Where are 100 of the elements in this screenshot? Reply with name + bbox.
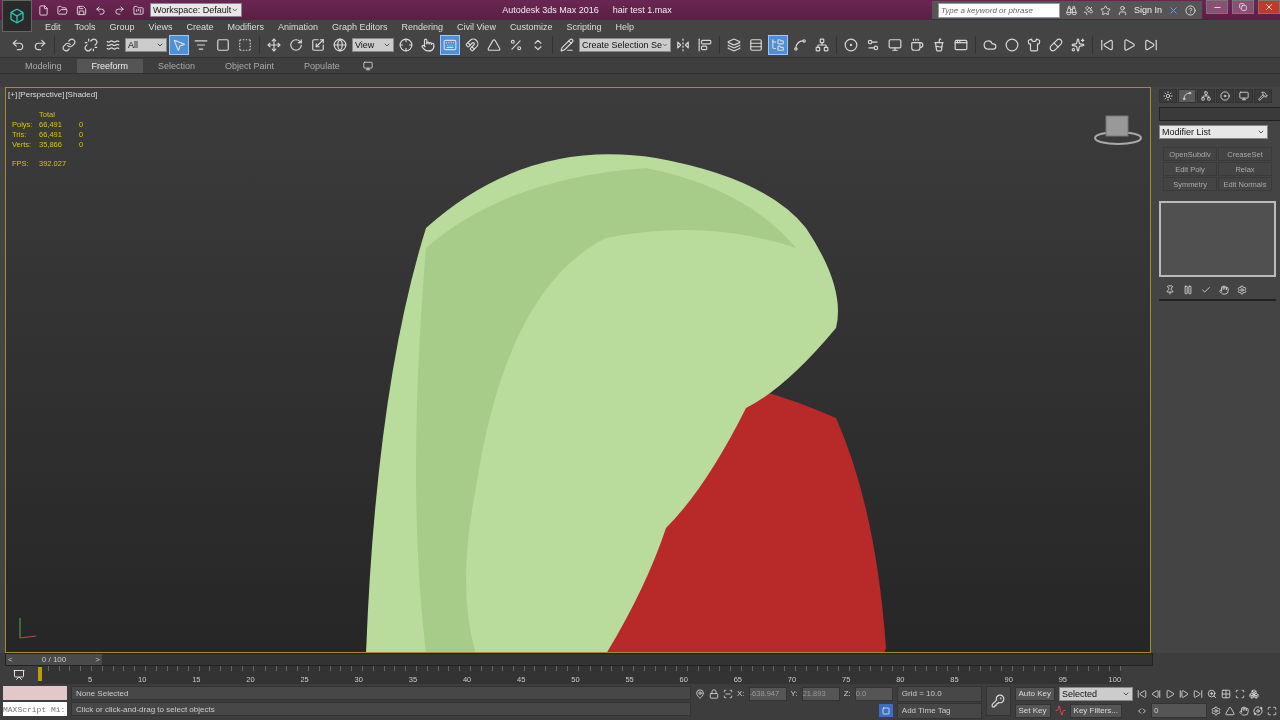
pin-icon[interactable] (1165, 285, 1175, 295)
key-filters-button[interactable]: Key Filters... (1069, 703, 1122, 718)
modifier-stack[interactable] (1159, 201, 1276, 277)
pin-icon[interactable] (695, 688, 705, 699)
sun-icon[interactable] (1159, 89, 1177, 103)
field-of-view-icon[interactable] (1225, 705, 1235, 716)
star-icon[interactable] (1099, 4, 1111, 16)
viewport-label[interactable]: [Perspective] (18, 90, 65, 99)
next-frame-icon[interactable] (1179, 688, 1189, 699)
restore-button[interactable] (1232, 0, 1254, 14)
zoom-icon[interactable] (1207, 688, 1217, 699)
play-icon[interactable] (1165, 688, 1175, 699)
menu-item[interactable]: Rendering (394, 21, 451, 32)
menu-item[interactable]: Civil View (450, 21, 503, 32)
track-bar-icon[interactable] (13, 669, 25, 681)
exchange-icon[interactable] (1168, 4, 1179, 16)
ribbon-tab[interactable]: Object Paint (210, 59, 290, 73)
z-label: Z: (843, 689, 851, 698)
maximize-viewport-icon[interactable] (1267, 705, 1277, 716)
menu-item[interactable]: Modifiers (220, 21, 271, 32)
caret-icon (231, 6, 239, 14)
boxes-icon[interactable] (1249, 688, 1259, 699)
workspace-dropdown[interactable]: Workspace: Default (150, 3, 242, 17)
unlink-icon[interactable] (81, 35, 101, 55)
zoom-extents-icon[interactable] (1235, 688, 1245, 699)
app-title: Autodesk 3ds Max 2016 (502, 5, 599, 15)
redo-icon[interactable] (112, 4, 127, 16)
menu-item[interactable]: Graph Editors (324, 21, 395, 32)
menu-item[interactable]: Animation (270, 21, 325, 32)
current-frame-field[interactable]: 0 (1151, 703, 1207, 718)
viewport-label[interactable]: [+] (8, 90, 18, 99)
modifier-list-dropdown[interactable]: Modifier List (1159, 125, 1268, 139)
key-mode-dropdown[interactable]: Selected (1059, 686, 1133, 701)
pause-icon[interactable] (1183, 285, 1193, 295)
link-icon[interactable] (59, 35, 79, 55)
time-marker[interactable] (38, 667, 42, 681)
ribbon-tab[interactable]: Freeform (76, 59, 144, 73)
set-key-button[interactable]: Set Key (1014, 703, 1051, 718)
settings-icon[interactable] (1237, 285, 1247, 295)
open-folder-icon[interactable] (55, 4, 70, 16)
help-icon[interactable] (1185, 4, 1196, 16)
time-slider-thumb[interactable]: < 0 / 100 > (6, 653, 102, 665)
x-label: X: (737, 689, 745, 698)
selection-status: None Selected (71, 686, 691, 700)
curve-icon[interactable] (1178, 89, 1196, 103)
close-icon (1264, 2, 1274, 12)
lock-icon[interactable] (709, 688, 719, 699)
menu-item[interactable]: Views (141, 21, 180, 32)
caret-icon (383, 41, 391, 49)
menu-item[interactable]: Scripting (559, 21, 609, 32)
add-time-tag[interactable]: Add Time Tag (896, 702, 982, 719)
toolbar-dropdown[interactable]: All (125, 38, 167, 52)
maxscript-field[interactable]: MAXScript Mi: (3, 702, 67, 716)
viewport-label[interactable]: [Shaded] (65, 90, 98, 99)
time-tag-icon[interactable] (878, 704, 893, 717)
undo-icon[interactable] (93, 4, 108, 16)
grid-icon[interactable] (1221, 688, 1231, 699)
view-cube-icon[interactable] (1094, 115, 1142, 145)
auto-key-button[interactable]: Auto Key (1014, 686, 1055, 701)
check-icon[interactable] (1201, 285, 1211, 295)
caret-icon (662, 41, 668, 49)
binoculars-icon[interactable] (1065, 4, 1077, 16)
monitor-icon[interactable] (1235, 89, 1253, 103)
close-button[interactable] (1258, 0, 1280, 14)
menu-item[interactable]: Group (102, 21, 142, 32)
transform-mode-icon[interactable] (723, 688, 733, 699)
previous-frame-icon[interactable] (1151, 688, 1161, 699)
pan-icon[interactable] (1239, 705, 1249, 716)
hand-icon[interactable] (1219, 285, 1229, 295)
hammer-icon[interactable] (1254, 89, 1272, 103)
project-folder-icon[interactable] (131, 4, 146, 16)
caret-icon (1257, 128, 1265, 136)
restore-icon (1239, 3, 1247, 11)
satellite-icon[interactable] (1082, 4, 1094, 16)
menu-item[interactable]: Create (179, 21, 221, 32)
ribbon-options-icon[interactable] (362, 61, 373, 71)
menu-item[interactable]: Edit (38, 21, 68, 32)
menu-item[interactable]: Customize (502, 21, 560, 32)
go-to-start-icon[interactable] (1137, 688, 1147, 699)
time-config-icon[interactable] (1211, 705, 1221, 716)
ribbon-tab[interactable]: Populate (289, 59, 355, 73)
menu-item[interactable]: Tools (67, 21, 103, 32)
orbit-icon[interactable] (1253, 705, 1263, 716)
key-mode-icon[interactable] (1137, 705, 1147, 716)
ribbon-tab[interactable]: Modeling (10, 59, 77, 73)
sign-in-link[interactable]: Sign In (1133, 5, 1162, 15)
hierarchy-icon[interactable] (1197, 89, 1215, 103)
grid-size: Grid = 10.0 (896, 685, 982, 702)
user-icon[interactable] (1116, 4, 1128, 16)
toolbar-dropdown[interactable]: View (352, 38, 394, 52)
new-file-icon[interactable] (36, 4, 51, 16)
go-to-end-icon[interactable] (1193, 688, 1203, 699)
search-field[interactable]: Type a keyword or phrase (937, 2, 1060, 18)
menu-item[interactable]: Help (608, 21, 641, 32)
ribbon-tab[interactable]: Selection (143, 59, 211, 73)
key-icon[interactable] (985, 686, 1011, 716)
toolbar-dropdown[interactable]: Create Selection Se (579, 38, 671, 52)
app-logo[interactable] (2, 0, 32, 32)
save-icon[interactable] (74, 4, 89, 16)
y-label: Y: (790, 689, 798, 698)
